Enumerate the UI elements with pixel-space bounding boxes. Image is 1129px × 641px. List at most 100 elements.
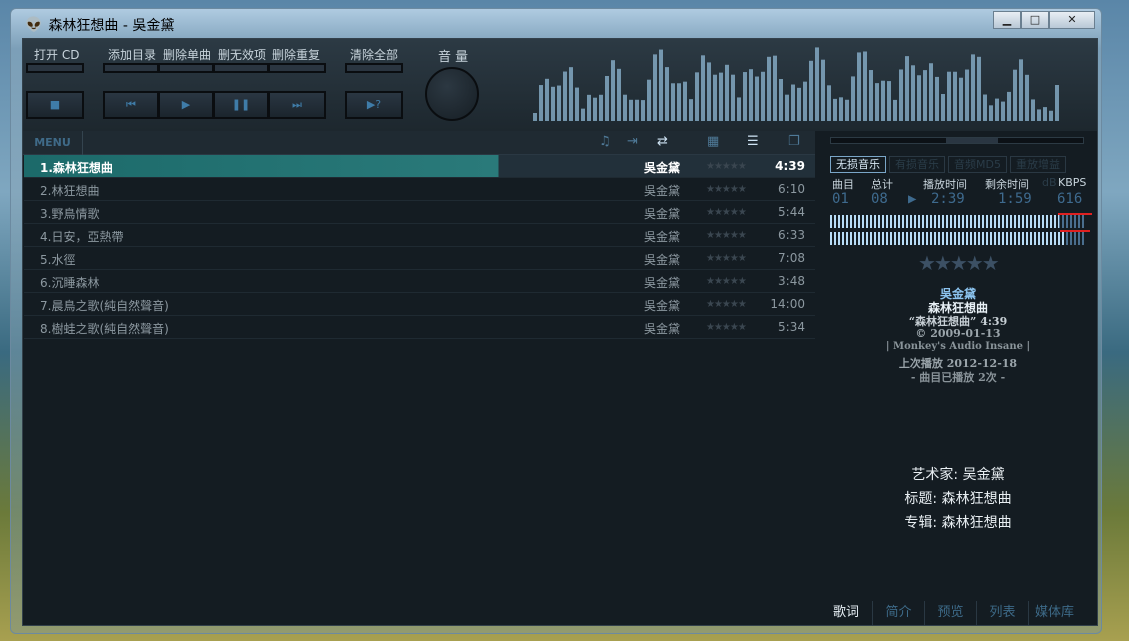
- track-artist: 吳金黛: [644, 207, 681, 221]
- format-tab[interactable]: 音频MD5: [948, 156, 1007, 173]
- spectrum-bar: [953, 71, 957, 121]
- open-cd-button[interactable]: [26, 63, 84, 73]
- clear-all-button[interactable]: [345, 63, 403, 73]
- seek-bar[interactable]: [830, 137, 1084, 144]
- spectrum-bar: [755, 76, 759, 121]
- track-rating[interactable]: ★★★★★: [706, 322, 747, 333]
- menu-button[interactable]: MENU: [23, 131, 83, 155]
- track-rating[interactable]: ★★★★★: [706, 161, 747, 172]
- grid-view-icon[interactable]: ▦: [707, 134, 719, 149]
- track-title: 4.日安，亞熱帶: [40, 230, 124, 244]
- maximize-button[interactable]: □: [1021, 11, 1049, 29]
- spectrum-bar: [845, 99, 849, 121]
- bitrate: 616: [1057, 191, 1083, 207]
- spectrum-bar: [587, 94, 591, 121]
- bottom-tab[interactable]: 歌词: [820, 601, 872, 625]
- spectrum-bar: [665, 67, 669, 121]
- import-icon[interactable]: ⇥: [627, 134, 638, 149]
- spectrum-bar: [923, 70, 927, 121]
- level-meter-right: [830, 232, 1084, 245]
- repeat-icon[interactable]: ⇄: [657, 134, 668, 149]
- format-tab[interactable]: 无损音乐: [830, 156, 886, 173]
- spectrum-bar: [839, 97, 843, 121]
- playlist-row[interactable]: 1.森林狂想曲 吳金黛 ★★★★★ 4:39: [24, 155, 815, 178]
- spectrum-bar: [557, 85, 561, 121]
- open-cd-label: 打开 CD: [34, 48, 80, 62]
- del-one-button[interactable]: [158, 63, 214, 73]
- spectrum-bar: [905, 56, 909, 121]
- spectrum-bar: [689, 99, 693, 121]
- close-button[interactable]: ✕: [1049, 11, 1095, 29]
- add-dir-label: 添加目录: [108, 48, 157, 62]
- spectrum-bar: [743, 72, 747, 121]
- track-rating[interactable]: ★★★★★: [706, 230, 747, 241]
- track-rating[interactable]: ★★★★★: [706, 253, 747, 264]
- add-dir-button[interactable]: [103, 63, 159, 73]
- spectrum-bar: [731, 74, 735, 121]
- volume-knob[interactable]: [425, 67, 479, 121]
- track-rating[interactable]: ★★★★★: [706, 184, 747, 195]
- track-duration: 4:39: [775, 159, 805, 173]
- track-title: 1.森林狂想曲: [40, 161, 113, 175]
- track-artist: 吳金黛: [644, 299, 681, 313]
- spectrum-bar: [569, 67, 573, 121]
- format-tab[interactable]: 重放增益: [1009, 156, 1066, 173]
- track-duration: 7:08: [778, 251, 805, 265]
- spectrum-bar: [947, 71, 951, 121]
- track-artist: 吳金黛: [644, 184, 681, 198]
- del-one-label: 删除单曲: [163, 48, 212, 62]
- track-rating[interactable]: ★★★★★: [706, 276, 747, 287]
- spectrum-bar: [881, 80, 885, 121]
- playlist-row[interactable]: 2.林狂想曲 吳金黛 ★★★★★ 6:10: [24, 178, 815, 201]
- info-play-count: - 曲目已播放 2次 -: [910, 371, 1006, 384]
- next-button[interactable]: ⏭: [268, 91, 326, 119]
- playlist-row[interactable]: 4.日安，亞熱帶 吳金黛 ★★★★★ 6:33: [24, 224, 815, 247]
- bottom-tab[interactable]: 列表: [976, 601, 1028, 625]
- track-artist: 吳金黛: [644, 322, 681, 336]
- spectrum-bar: [623, 94, 627, 121]
- spectrum-bar: [1031, 99, 1035, 121]
- playlist-row[interactable]: 3.野鳥情歌 吳金黛 ★★★★★ 5:44: [24, 201, 815, 224]
- music-note-icon[interactable]: ♫: [599, 134, 611, 149]
- spectrum-bar: [917, 75, 921, 121]
- spectrum-bar: [929, 63, 933, 121]
- spectrum-bar: [713, 74, 717, 121]
- track-artist: 吳金黛: [644, 161, 681, 175]
- playlist-row[interactable]: 5.水徑 吳金黛 ★★★★★ 7:08: [24, 247, 815, 270]
- prev-button[interactable]: ⏮: [103, 91, 159, 119]
- spectrum-bar: [809, 60, 813, 121]
- spectrum-bar: [551, 86, 555, 121]
- spectrum-bar: [695, 72, 699, 121]
- bottom-tab[interactable]: 简介: [872, 601, 924, 625]
- track-rating[interactable]: ★★★★★: [706, 207, 747, 218]
- tag-album: 专辑: 森林狂想曲: [904, 515, 1012, 531]
- random-button[interactable]: ▶?: [345, 91, 403, 119]
- track-rating[interactable]: ★★★★★: [706, 299, 747, 310]
- window-mode-icon[interactable]: ❐: [788, 134, 800, 149]
- spectrum-bar: [875, 83, 879, 121]
- playlist-row[interactable]: 7.晨鳥之歌(純自然聲音) 吳金黛 ★★★★★ 14:00: [24, 293, 815, 316]
- format-tab[interactable]: 有损音乐: [889, 156, 945, 173]
- del-invalid-button[interactable]: [213, 63, 269, 73]
- del-dup-button[interactable]: [268, 63, 326, 73]
- stop-button[interactable]: ■: [26, 91, 84, 119]
- spectrum-bar: [581, 108, 585, 121]
- rating-stars[interactable]: ★★★★★: [918, 251, 1000, 275]
- play-button[interactable]: ▶: [158, 91, 214, 119]
- minimize-button[interactable]: ▁: [993, 11, 1021, 29]
- bottom-tab[interactable]: 预览: [924, 601, 976, 625]
- playlist-row[interactable]: 6.沉睡森林 吳金黛 ★★★★★ 3:48: [24, 270, 815, 293]
- spectrum-bar: [1043, 107, 1047, 121]
- spectrum-bar: [779, 79, 783, 121]
- spectrum-bar: [803, 81, 807, 121]
- pause-button[interactable]: ❚❚: [213, 91, 269, 119]
- spectrum-bar: [1019, 59, 1023, 121]
- bottom-tab[interactable]: 媒体库: [1028, 601, 1080, 625]
- list-view-icon[interactable]: ☰: [747, 134, 759, 149]
- track-artist: 吳金黛: [644, 253, 681, 267]
- playlist-row[interactable]: 8.樹蛙之歌(純自然聲音) 吳金黛 ★★★★★ 5:34: [24, 316, 815, 339]
- playlist: 1.森林狂想曲 吳金黛 ★★★★★ 4:39 2.林狂想曲 吳金黛 ★★★★★ 6:10 3.野…: [24, 155, 815, 339]
- spectrum-bar: [1037, 109, 1041, 121]
- volume-label: 音 量: [438, 50, 469, 65]
- track-title: 2.林狂想曲: [40, 184, 100, 198]
